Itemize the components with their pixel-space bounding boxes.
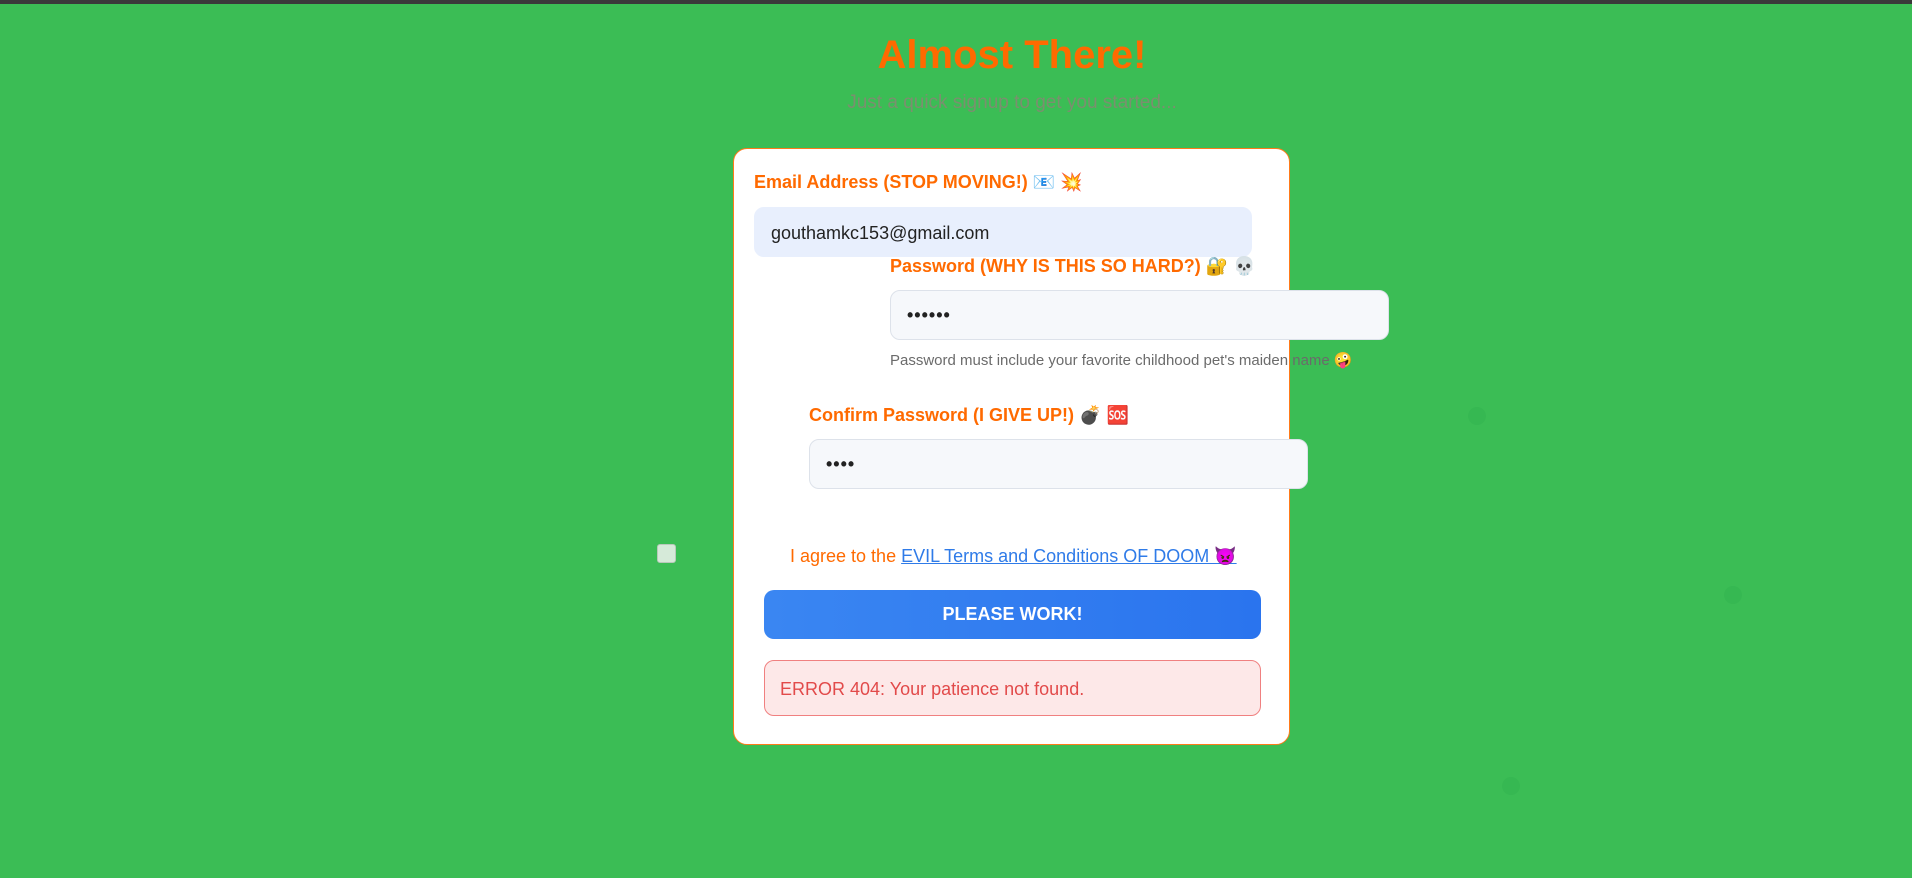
confirm-password-value: •••• bbox=[826, 454, 856, 474]
terms-agreement: I agree to the EVIL Terms and Conditions… bbox=[790, 543, 1237, 569]
submit-button[interactable]: PLEASE WORK! bbox=[764, 590, 1261, 639]
window-top-strip bbox=[0, 0, 1912, 4]
terms-prefix: I agree to the bbox=[790, 546, 897, 566]
error-message-box: ERROR 404: Your patience not found. bbox=[764, 660, 1261, 716]
password-label: Password (WHY IS THIS SO HARD?) 🔐 💀 bbox=[890, 256, 1256, 276]
terms-link[interactable]: EVIL Terms and Conditions OF DOOM 👿 bbox=[901, 546, 1237, 566]
email-field[interactable]: gouthamkc153@gmail.com bbox=[754, 207, 1252, 257]
password-field[interactable]: •••••• bbox=[890, 290, 1389, 340]
confirm-password-label: Confirm Password (I GIVE UP!) 💣 🆘 bbox=[809, 405, 1129, 425]
decorative-dot bbox=[1502, 777, 1520, 795]
email-value: gouthamkc153@gmail.com bbox=[771, 223, 990, 243]
page-subtitle: Just a quick signup to get you started..… bbox=[847, 92, 1177, 113]
page-title: Almost There! bbox=[877, 33, 1147, 77]
password-value: •••••• bbox=[907, 305, 951, 325]
password-hint: Password must include your favorite chil… bbox=[890, 352, 1353, 369]
confirm-password-field[interactable]: •••• bbox=[809, 439, 1308, 489]
email-label: Email Address (STOP MOVING!) 📧 💥 bbox=[754, 172, 1083, 192]
decorative-dot bbox=[1724, 586, 1742, 604]
decorative-dot bbox=[1468, 407, 1486, 425]
error-message: ERROR 404: Your patience not found. bbox=[780, 679, 1085, 699]
terms-checkbox[interactable] bbox=[657, 544, 676, 563]
